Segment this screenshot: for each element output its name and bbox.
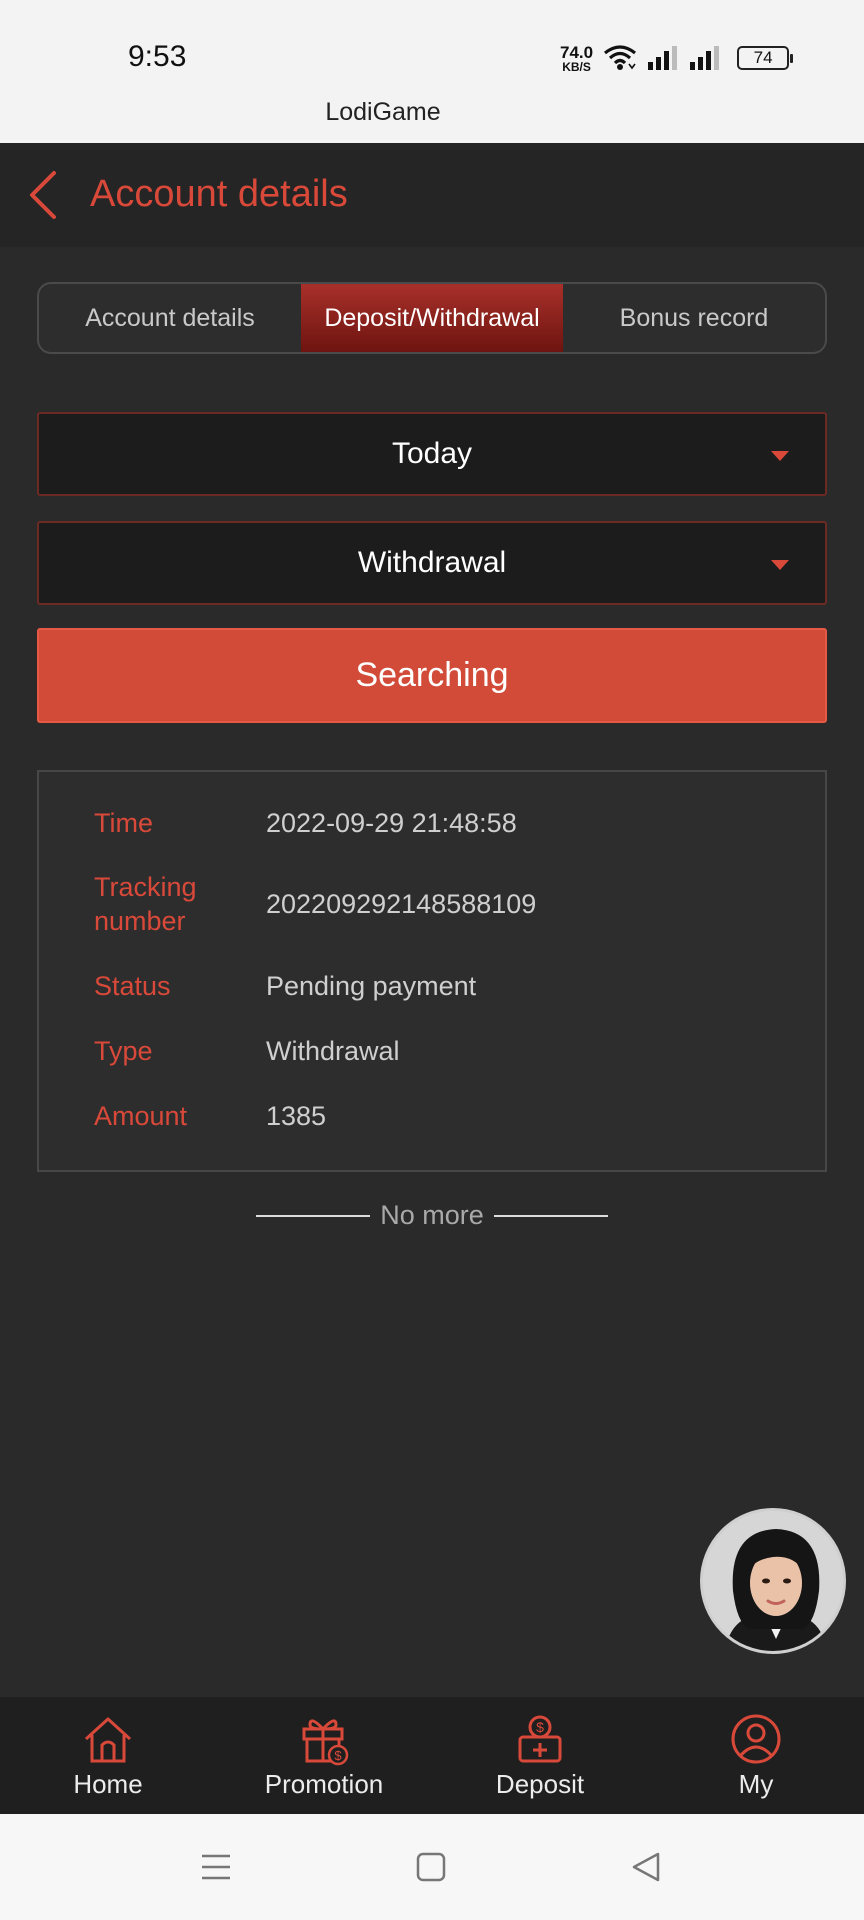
menu-icon[interactable]	[200, 1852, 232, 1882]
record-row-status: Status Pending payment	[94, 969, 476, 1003]
page-title: Account details	[90, 173, 348, 215]
divider-line	[493, 1214, 608, 1217]
type-label: Type	[94, 1036, 153, 1066]
battery-level: 74	[753, 48, 773, 67]
tracking-label: Tracking number	[94, 870, 266, 938]
end-of-list: No more	[0, 1200, 864, 1231]
nav-deposit[interactable]: $ Deposit	[432, 1697, 648, 1814]
network-speed-value: 74.0	[560, 42, 594, 62]
transaction-type-select[interactable]: Withdrawal	[37, 521, 827, 605]
nav-deposit-label: Deposit	[495, 1769, 585, 1799]
gift-icon: $	[302, 1719, 349, 1766]
user-icon	[731, 1714, 781, 1764]
nav-promotion-label: Promotion	[264, 1769, 384, 1799]
deposit-icon: $	[518, 1715, 562, 1763]
app-title: LodiGame	[325, 98, 441, 126]
transaction-type-value: Withdrawal	[357, 546, 507, 579]
system-navigation-bar	[0, 1814, 864, 1920]
tab-account-details[interactable]: Account details	[39, 284, 301, 352]
network-speed-unit: KB/S	[562, 59, 591, 74]
transaction-record: Time 2022-09-29 21:48:58 Tracking number…	[37, 770, 827, 1172]
home-square-icon[interactable]	[416, 1852, 446, 1882]
amount-value: 1385	[266, 1100, 327, 1131]
svg-text:$: $	[334, 1748, 342, 1763]
home-icon	[84, 1717, 132, 1763]
tab-bonus-record[interactable]: Bonus record	[563, 284, 825, 352]
signal-icon	[648, 46, 678, 70]
network-speed: 74.0 KB/S	[560, 44, 593, 73]
back-button[interactable]	[22, 167, 72, 223]
date-range-value: Today	[391, 437, 473, 470]
customer-service-avatar[interactable]	[700, 1508, 846, 1654]
record-row-time: Time 2022-09-29 21:48:58	[94, 806, 517, 840]
status-bar: 9:53 74.0 KB/S 74 LodiGame	[0, 0, 864, 143]
nav-my[interactable]: My	[648, 1697, 864, 1814]
nav-home[interactable]: Home	[0, 1697, 216, 1814]
status-indicators: 74.0 KB/S 74	[560, 38, 794, 78]
header: Account details	[0, 143, 864, 247]
type-value: Withdrawal	[266, 1035, 400, 1066]
tracking-number-value: 202209292148588109	[266, 888, 537, 919]
divider-line	[256, 1214, 371, 1217]
nav-home-label: Home	[73, 1769, 143, 1799]
back-triangle-icon[interactable]	[630, 1852, 662, 1882]
record-row-amount: Amount 1385	[94, 1099, 326, 1133]
nav-promotion[interactable]: $ Promotion	[216, 1697, 432, 1814]
record-row-tracking: Tracking number 202209292148588109	[94, 870, 536, 938]
svg-text:$: $	[536, 1719, 544, 1735]
amount-label: Amount	[94, 1101, 188, 1131]
tab-bar: Account details Deposit/Withdrawal Bonus…	[37, 282, 827, 354]
record-row-type: Type Withdrawal	[94, 1034, 400, 1068]
date-range-select[interactable]: Today	[37, 412, 827, 496]
caret-down-icon	[771, 560, 789, 570]
battery-icon: 74	[737, 46, 794, 70]
tracking-label-line-2: number	[94, 906, 186, 936]
no-more-text: No more	[380, 1200, 484, 1230]
status-time: 9:53	[128, 40, 187, 73]
search-button[interactable]: Searching	[37, 628, 827, 723]
time-value: 2022-09-29 21:48:58	[266, 807, 517, 838]
signal-icon-2	[690, 46, 720, 70]
tab-deposit-withdrawal[interactable]: Deposit/Withdrawal	[301, 284, 563, 352]
time-label: Time	[94, 808, 153, 838]
bottom-navigation: Home $ Promotion $ Deposit My	[0, 1697, 864, 1814]
support-agent-icon	[703, 1511, 843, 1651]
chevron-left-icon	[30, 171, 56, 219]
tracking-label-line-1: Tracking	[94, 872, 197, 902]
wifi-icon	[604, 45, 637, 70]
caret-down-icon	[771, 451, 789, 461]
status-value: Pending payment	[266, 970, 477, 1001]
status-label: Status	[94, 971, 171, 1001]
nav-my-label: My	[738, 1769, 774, 1799]
